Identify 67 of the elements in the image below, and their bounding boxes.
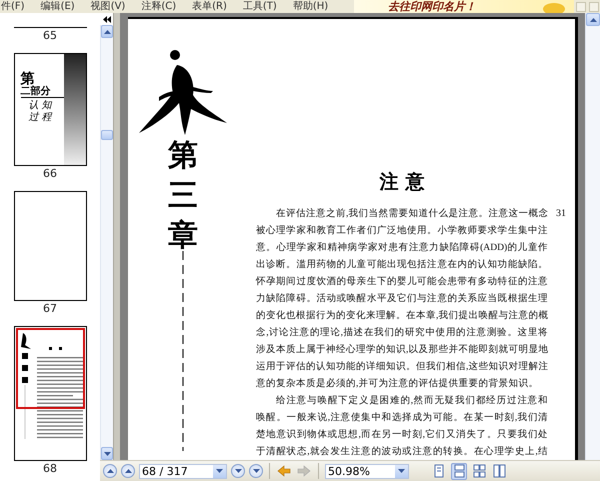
ad-text: 去往印网印名片！: [388, 0, 476, 12]
down-arrow-icon: [398, 469, 405, 473]
last-page-button[interactable]: [249, 464, 263, 478]
page-label: 66: [43, 168, 57, 180]
scroll-up-button[interactable]: [101, 25, 113, 38]
menu-item[interactable]: 工具(T): [242, 0, 277, 12]
text-line: 在评估注意之前,我们当然需要知道什么是注意。注意这一概念: [275, 207, 548, 221]
text-line: 给注意与唤醒下定义是困难的,然而无疑我们都经历过注意和: [275, 394, 548, 408]
page-label: 68: [43, 463, 57, 475]
scrollbar[interactable]: [585, 13, 600, 460]
text-line: 楚地意识到物体或思想,而在另一时刻,它们又消失了。只要我们处: [256, 428, 548, 442]
thumbnail-text: 过 程: [28, 112, 54, 124]
chapter-heading-char: 三: [168, 181, 198, 211]
menu-item[interactable]: 表单(R): [192, 0, 227, 12]
page-field[interactable]: 68 / 317: [139, 464, 227, 478]
page-label: 67: [43, 303, 57, 315]
next-page-button[interactable]: [231, 464, 245, 478]
chapter-heading-char: 第: [168, 141, 198, 171]
down-arrow-icon: [104, 452, 110, 456]
text-line: 的变化也根据行为的变化来理解。在本章,我们提出唤醒与注意的概: [256, 309, 548, 323]
text-line: 念,讨论注意的理论,描述在我们的研究中使用的注意测验。这里将: [256, 326, 548, 340]
back-button[interactable]: [276, 462, 292, 480]
down-arrow-icon: [252, 469, 260, 473]
collapse-icon[interactable]: [102, 16, 110, 22]
text-line: 意的复杂本质是必须的,并可为注意的评估提供重要的背景知识。: [256, 377, 540, 391]
scroll-down-button[interactable]: [101, 447, 113, 460]
scrollbar-thumb[interactable]: [101, 130, 113, 140]
page-layout-button[interactable]: [471, 462, 487, 480]
text-line: 出诊断。滥用药物的儿童可能出现包括注意在内的认知功能缺陷。: [256, 258, 548, 272]
text-line: 于清醒状态,就会发生注意的波动或注意的转换。在心理学史上,结: [256, 445, 548, 459]
page-layout-button[interactable]: [451, 462, 467, 480]
dropdown-button[interactable]: [213, 464, 226, 478]
down-arrow-icon: [234, 469, 242, 473]
menu-item[interactable]: 帮助(H): [292, 0, 328, 12]
menu-item[interactable]: 件(F): [1, 0, 25, 12]
menu-item[interactable]: 注释(C): [141, 0, 176, 12]
chapter-heading-char: 章: [168, 221, 198, 251]
zoom-field[interactable]: 50.98%: [325, 464, 409, 478]
text-line: 被心理学家和教育工作者们广泛地使用。小学教师要求学生集中注: [256, 224, 548, 238]
text-line: 唤醒。一般来说,注意使集中和选择成为可能。在某一时刻,我们清: [256, 411, 548, 425]
scrollbar[interactable]: [100, 25, 113, 460]
text-line: 意。心理学家和精神病学家对患有注意力缺陷障碍(ADD)的儿童作: [256, 241, 548, 255]
first-page-button[interactable]: [103, 464, 117, 478]
up-arrow-icon: [124, 469, 132, 473]
page-thumbnail[interactable]: 第 二部分 认 知 过 程: [14, 53, 86, 166]
page-layout-button[interactable]: [491, 462, 507, 480]
text-line: 运用于评估的认知功能的详细知识。但我们相信,这些知识对理解注: [256, 360, 548, 374]
ad-banner[interactable]: 去往印网印名片！: [354, 0, 574, 13]
text-line: 怀孕期间过度饮酒的母亲生下的婴儿可能会患带有多动特征的注意: [256, 275, 548, 289]
page-number: 31: [556, 207, 566, 221]
page-thumbnail[interactable]: [14, 191, 86, 301]
menu-item[interactable]: 编辑(E): [40, 0, 75, 12]
thumbnail-text: 认 知: [28, 100, 54, 112]
up-arrow-icon: [106, 469, 114, 473]
page-label: 65: [43, 30, 57, 42]
text-line: 力缺陷障碍。活动或唤醒水平及它们与注意的关系应当既根据生理: [256, 292, 548, 306]
up-arrow-icon: [104, 30, 110, 34]
thumbnail-heading: 第: [20, 72, 34, 86]
text-line: 涉及本质上属于神经心理学的知识,以及那些并不能即刻就可明显地: [256, 343, 548, 357]
section-title: 注 意: [378, 171, 426, 193]
scroll-up-button[interactable]: [586, 13, 600, 26]
menu-item[interactable]: 视图(V): [90, 0, 126, 12]
dropdown-button[interactable]: [395, 464, 408, 478]
previous-page-button[interactable]: [121, 464, 135, 478]
down-arrow-icon: [216, 469, 223, 473]
up-arrow-icon: [590, 18, 596, 22]
visible-area-frame[interactable]: [16, 328, 84, 409]
